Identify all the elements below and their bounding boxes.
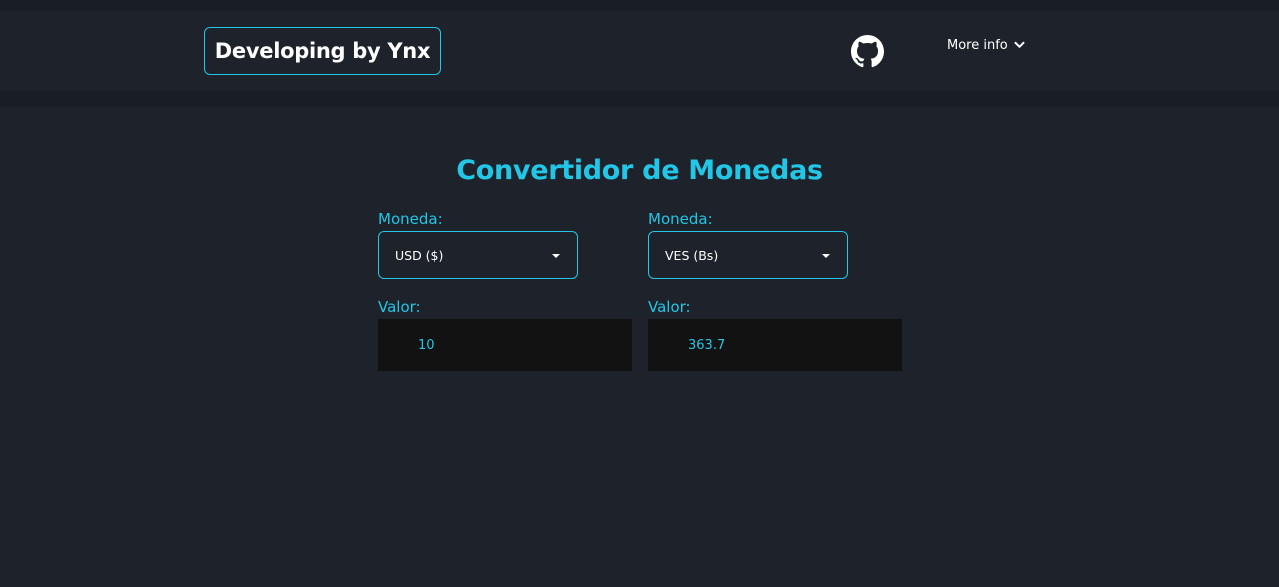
from-currency-value: USD ($): [395, 247, 444, 263]
to-currency-label: Moneda:: [648, 210, 713, 228]
navbar: Developing by Ynx More info: [0, 11, 1279, 91]
chevron-down-icon: [1014, 41, 1025, 48]
page-title: Convertidor de Monedas: [456, 155, 823, 186]
top-strip: [0, 0, 1279, 11]
github-icon[interactable]: [851, 35, 884, 68]
from-value-label: Valor:: [378, 298, 421, 316]
caret-down-icon: [822, 254, 830, 258]
to-currency-value: VES (Bs): [665, 247, 719, 263]
from-currency-select[interactable]: USD ($): [378, 231, 578, 279]
caret-down-icon: [552, 254, 560, 258]
from-value-input[interactable]: 10: [378, 319, 632, 371]
to-value-input[interactable]: 363.7: [648, 319, 902, 371]
from-value-text: 10: [418, 337, 435, 353]
to-currency-select[interactable]: VES (Bs): [648, 231, 848, 279]
brand-button[interactable]: Developing by Ynx: [204, 27, 441, 75]
sub-strip: [0, 91, 1279, 107]
to-value-label: Valor:: [648, 298, 691, 316]
from-currency-label: Moneda:: [378, 210, 443, 228]
more-info-dropdown[interactable]: More info: [947, 35, 1025, 55]
to-value-text: 363.7: [688, 337, 726, 353]
more-info-label: More info: [947, 37, 1008, 53]
